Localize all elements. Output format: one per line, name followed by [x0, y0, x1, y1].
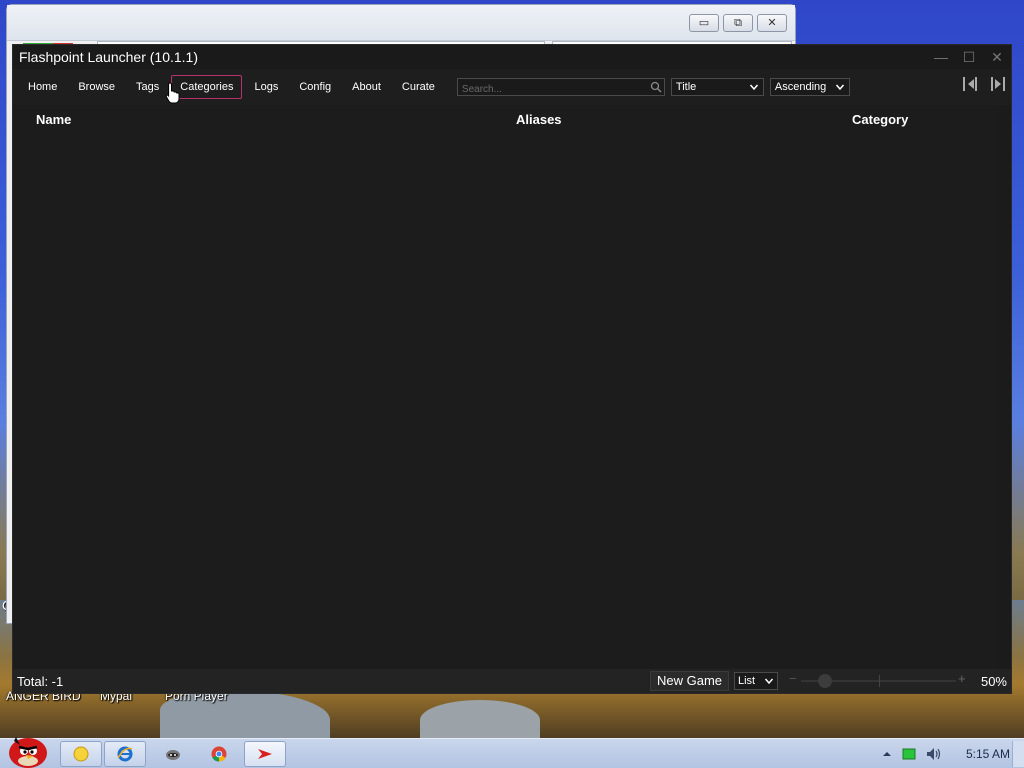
raccoon-icon	[166, 750, 180, 760]
nav-curate[interactable]: Curate	[393, 75, 444, 99]
nav-home[interactable]: Home	[19, 75, 66, 99]
categories-table-body[interactable]	[13, 135, 1011, 670]
nav-browse[interactable]: Browse	[69, 75, 124, 99]
sort-field-select[interactable]: Title	[670, 78, 764, 96]
flashpoint-icon	[258, 749, 272, 759]
taskbar-clock[interactable]: 5:15 AM	[966, 747, 1010, 761]
chevron-down-icon	[835, 84, 844, 91]
nav-logs[interactable]: Logs	[245, 75, 287, 99]
chevron-down-icon	[764, 678, 774, 685]
taskbar-app-button[interactable]	[152, 741, 194, 767]
window-titlebar[interactable]: Flashpoint Launcher (10.1.1) — ☐ ✕	[13, 45, 1011, 69]
minimize-button[interactable]: —	[933, 49, 949, 65]
nav-config[interactable]: Config	[290, 75, 340, 99]
show-desktop-button[interactable]	[1012, 741, 1024, 767]
taskbar-chrome-button[interactable]	[198, 741, 240, 767]
column-header-category[interactable]: Category	[852, 112, 908, 127]
sort-order-select[interactable]: Ascending	[769, 78, 850, 96]
background-maximize-button[interactable]: ⧉	[723, 14, 753, 32]
tray-expand-icon[interactable]	[882, 749, 892, 759]
view-mode-select[interactable]: List	[734, 672, 778, 690]
maximize-button[interactable]: ☐	[961, 49, 977, 65]
table-scrollbar[interactable]	[997, 105, 1011, 670]
toggle-left-sidebar-icon[interactable]	[961, 75, 979, 93]
chevron-down-icon	[749, 84, 758, 91]
wallpaper-rock	[420, 700, 540, 740]
sort-field-value: Title	[675, 81, 697, 93]
taskbar: 5:15 AM	[0, 737, 1024, 768]
folder-icon	[73, 746, 89, 762]
background-window-titlebar: ▭ ⧉ ✕	[7, 5, 795, 41]
hand-cursor-icon	[165, 82, 180, 104]
view-mode-value: List	[738, 675, 756, 687]
zoom-slider-handle[interactable]	[817, 674, 832, 688]
chrome-icon	[211, 746, 227, 762]
nav-about[interactable]: About	[343, 75, 390, 99]
volume-icon[interactable]	[926, 747, 942, 761]
sort-order-value: Ascending	[774, 81, 827, 93]
status-bar: Total: -1 New Game List − + 50%	[13, 669, 1011, 693]
total-count: Total: -1	[17, 674, 64, 689]
start-angry-bird-icon[interactable]	[4, 731, 50, 768]
nav-tags[interactable]: Tags	[127, 75, 168, 99]
taskbar-explorer-button[interactable]	[60, 741, 102, 767]
system-tray: 5:15 AM	[882, 739, 1010, 768]
background-minimize-button[interactable]: ▭	[689, 14, 719, 32]
zoom-out-button[interactable]: −	[789, 671, 797, 686]
toggle-right-sidebar-icon[interactable]	[989, 75, 1007, 93]
network-icon[interactable]	[902, 747, 916, 761]
table-header: Name Aliases Category	[13, 105, 1011, 135]
flashpoint-window: Flashpoint Launcher (10.1.1) — ☐ ✕ Home …	[12, 44, 1012, 694]
close-button[interactable]: ✕	[989, 49, 1005, 65]
background-close-button[interactable]: ✕	[757, 14, 787, 32]
zoom-slider-tick	[879, 675, 880, 687]
nav-categories[interactable]: Categories	[171, 75, 243, 99]
taskbar-flashpoint-button[interactable]	[244, 741, 286, 767]
taskbar-ie-button[interactable]	[104, 741, 146, 767]
window-title: Flashpoint Launcher (10.1.1)	[19, 49, 198, 65]
column-header-aliases[interactable]: Aliases	[516, 112, 562, 127]
search-box	[456, 78, 665, 98]
new-game-button[interactable]: New Game	[650, 671, 730, 691]
main-toolbar: Home Browse Tags Categories Logs Config …	[13, 69, 1011, 105]
search-icon[interactable]	[650, 81, 662, 93]
zoom-level: 50%	[980, 674, 1007, 689]
search-input[interactable]	[457, 81, 664, 98]
internet-explorer-icon	[117, 746, 133, 762]
column-header-name[interactable]: Name	[36, 112, 71, 127]
zoom-in-button[interactable]: +	[958, 671, 966, 686]
